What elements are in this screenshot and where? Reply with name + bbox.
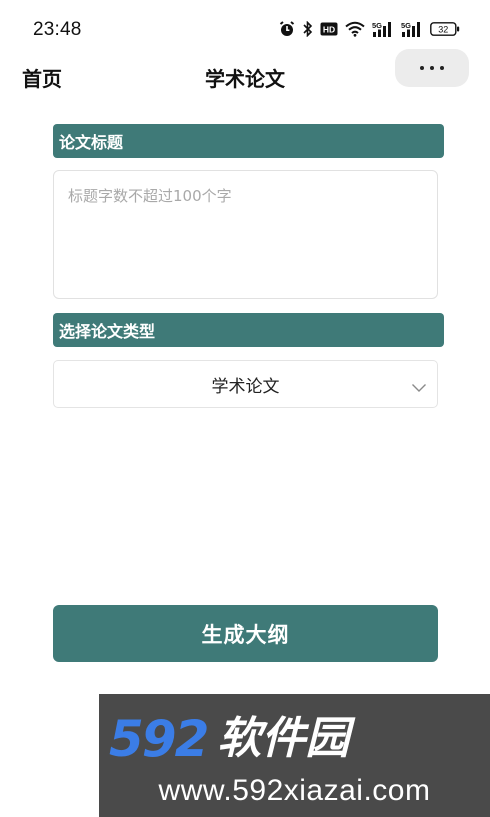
watermark-url: www.592xiazai.com (158, 774, 431, 807)
type-section-label: 选择论文类型 (59, 322, 156, 341)
generate-outline-button[interactable]: 生成大纲 (53, 605, 438, 662)
net-label: 5G (401, 21, 411, 30)
battery-level: 32 (438, 25, 448, 35)
more-button[interactable] (395, 49, 469, 87)
hd-icon: HD (320, 22, 338, 36)
type-section-header: 选择论文类型 (53, 313, 444, 347)
signal-5g-icon: 5G (372, 21, 394, 38)
alarm-icon (279, 21, 295, 37)
watermark-number: 592 (109, 710, 209, 768)
title-input-box[interactable] (53, 170, 438, 299)
watermark-brand: 软件园 (217, 713, 350, 764)
title-section-label: 论文标题 (59, 133, 124, 152)
type-select[interactable]: 学术论文 (53, 360, 438, 408)
net-label: 5G (372, 21, 382, 30)
type-select-value: 学术论文 (211, 376, 280, 397)
wifi-icon (345, 21, 365, 37)
more-dots-icon (420, 66, 424, 70)
status-time: 23:48 (33, 19, 82, 40)
watermark-logo: 592 软件园 www.592xiazai.com (99, 694, 490, 817)
status-icons: HD 5G 5G 32 (279, 18, 460, 40)
nav-home-link[interactable]: 首页 (22, 63, 62, 92)
title-input[interactable] (54, 171, 437, 298)
battery-icon: 32 (430, 21, 460, 37)
more-dots-icon (430, 66, 434, 70)
bluetooth-icon (302, 21, 313, 37)
title-section-header: 论文标题 (53, 124, 444, 158)
chevron-down-icon (411, 378, 427, 397)
status-bar: 23:48 HD 5G 5G 32 (0, 0, 490, 44)
signal-5g-icon: 5G (401, 21, 423, 38)
hd-label: HD (323, 25, 335, 35)
watermark-title: 592 软件园 (109, 712, 349, 766)
more-dots-icon (440, 66, 444, 70)
